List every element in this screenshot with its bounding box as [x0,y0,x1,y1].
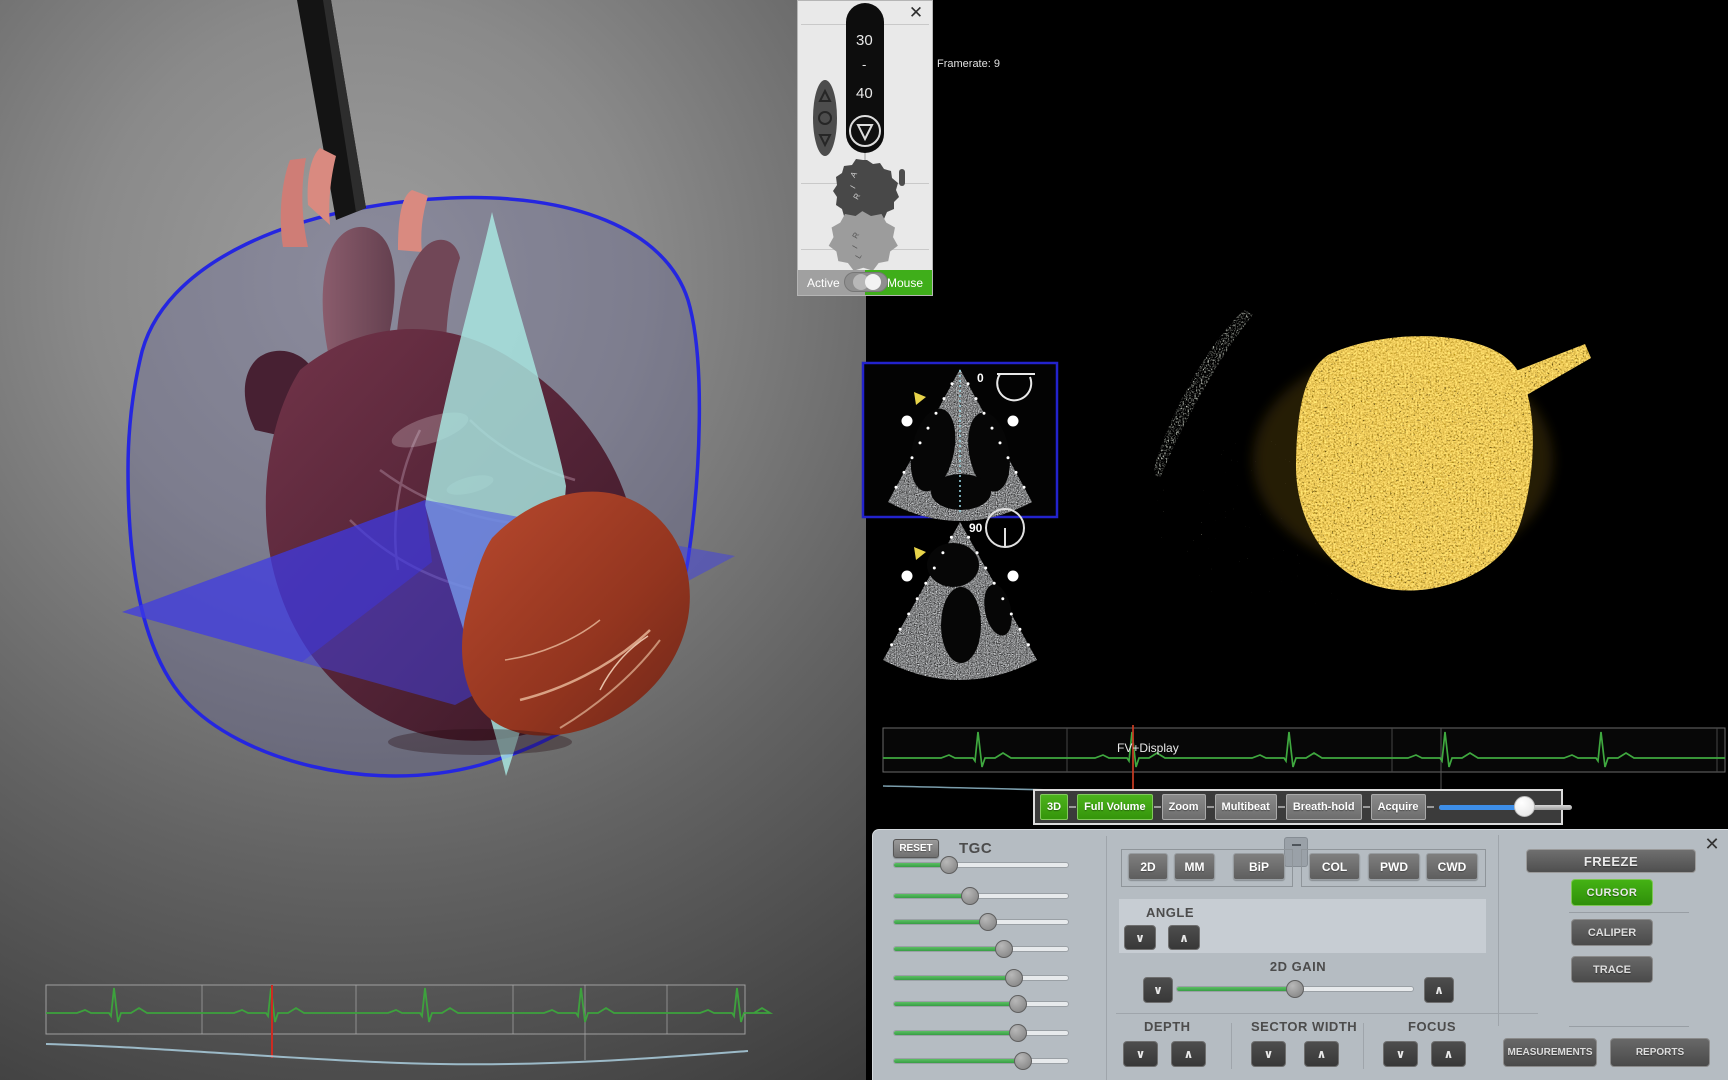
angle-increase-button[interactable] [1168,925,1200,950]
focus-label: FOCUS [1408,1019,1456,1034]
gain-increase-button[interactable] [1424,977,1454,1003]
knob-handle[interactable] [899,169,905,186]
depth-label: DEPTH [1144,1019,1191,1034]
depth-tick-30: 30 [856,32,873,49]
probe-control-panel: 30 - 40 R I A [797,0,933,296]
divider [1116,1013,1538,1014]
mode-pwd-button[interactable]: PWD [1368,853,1420,880]
freeze-button[interactable]: FREEZE [1526,849,1696,873]
apex-shadow [388,729,572,755]
tgc-slider-1[interactable] [893,855,1069,875]
tgc-slider-7[interactable] [893,1023,1069,1043]
connector [1363,806,1370,808]
probe-widgets: 30 - 40 R I A [798,1,932,270]
angle-decrease-button[interactable] [1124,925,1156,950]
depth-decrease-button[interactable] [1123,1041,1158,1067]
ecg-trace-left [46,988,770,1022]
connector [1427,806,1434,808]
rotation-knob-lower[interactable]: L I R [829,211,898,270]
connector [1207,806,1214,808]
mode-col-button[interactable]: COL [1309,853,1360,880]
reports-button[interactable]: REPORTS [1610,1038,1710,1067]
measurements-button[interactable]: MEASUREMENTS [1503,1038,1597,1067]
mode-button-breath-hold[interactable]: Breath-hold [1286,794,1362,820]
divider [1106,836,1107,1080]
volume-streak [1513,344,1591,396]
heart-scene [0,0,866,1080]
plane90-label: 90 [969,521,983,535]
mode-mm-button[interactable]: MM [1174,853,1215,880]
connector [1278,806,1285,808]
divider [1231,1023,1232,1069]
tgc-slider-4[interactable] [893,939,1069,959]
acquisition-slider[interactable] [1439,797,1572,817]
mode-button-full-volume[interactable]: Full Volume [1077,794,1153,820]
tgc-slider-5[interactable] [893,968,1069,988]
echo-thumbnail-0[interactable]: 0 [863,363,1057,521]
connector [1154,806,1161,808]
mode-button-zoom[interactable]: Zoom [1162,794,1206,820]
depth-tick-40: 40 [856,85,873,102]
orientation-marker-icon [914,547,926,560]
angle-panel: ANGLE [1119,899,1486,953]
cursor-button[interactable]: CURSOR [1571,879,1653,906]
mode-button-acquire[interactable]: Acquire [1371,794,1426,820]
framerate-readout: Framerate: 9 [937,58,1000,70]
app-window: 0 90 [0,0,1728,1080]
sector-width-label: SECTOR WIDTH [1251,1019,1357,1034]
active-mouse-toggle-bar: Active Mouse [798,270,932,295]
focus-decrease-button[interactable] [1383,1041,1418,1067]
tgc-slider-6[interactable] [893,994,1069,1014]
divider [1569,912,1689,913]
mode-cwd-button[interactable]: CWD [1426,853,1478,880]
gain-label: 2D GAIN [1248,959,1348,974]
angle-label: ANGLE [1146,905,1194,920]
mode-button-multibeat[interactable]: Multibeat [1215,794,1277,820]
connector [1069,806,1076,808]
sector-decrease-button[interactable] [1251,1041,1286,1067]
close-icon[interactable] [1701,833,1723,855]
heart-3d-viewport[interactable] [0,0,866,1080]
depth-tick-minor: - [862,57,866,72]
divider [1569,1026,1689,1027]
respiration-trace-left [46,1044,748,1064]
tilt-control[interactable] [813,80,837,156]
focus-increase-button[interactable] [1431,1041,1466,1067]
depth-increase-button[interactable] [1171,1041,1206,1067]
tgc-slider-8[interactable] [893,1051,1069,1071]
gain-decrease-button[interactable] [1143,977,1173,1003]
trace-button[interactable]: TRACE [1571,956,1653,983]
imaging-control-panel: RESET TGC 2D MM BiP COL PWD CWD ANGLE 2D… [872,829,1728,1080]
mode-2d-button[interactable]: 2D [1128,853,1168,880]
slider-thumb[interactable] [1514,796,1535,817]
sector-increase-button[interactable] [1304,1041,1339,1067]
mode-button-3d[interactable]: 3D [1040,794,1068,820]
depth-scale[interactable]: 30 - 40 [846,3,884,153]
volume-render-3d[interactable] [1138,310,1591,607]
plane0-label: 0 [977,371,984,385]
tgc-slider-3[interactable] [893,912,1069,932]
acquisition-mode-bar: 3D Full Volume Zoom Multibeat Breath-hol… [1033,789,1563,825]
ecg-strip-left [46,985,770,1064]
divider [1498,835,1499,1026]
ecg-label: FV+Display [1117,741,1179,755]
caliper-button[interactable]: CALIPER [1571,919,1653,946]
active-mouse-switch[interactable] [844,272,888,292]
tgc-slider-2[interactable] [893,886,1069,906]
mode-bip-button[interactable]: BiP [1233,853,1285,880]
divider [1363,1023,1364,1069]
gain-slider[interactable] [1176,977,1414,1001]
